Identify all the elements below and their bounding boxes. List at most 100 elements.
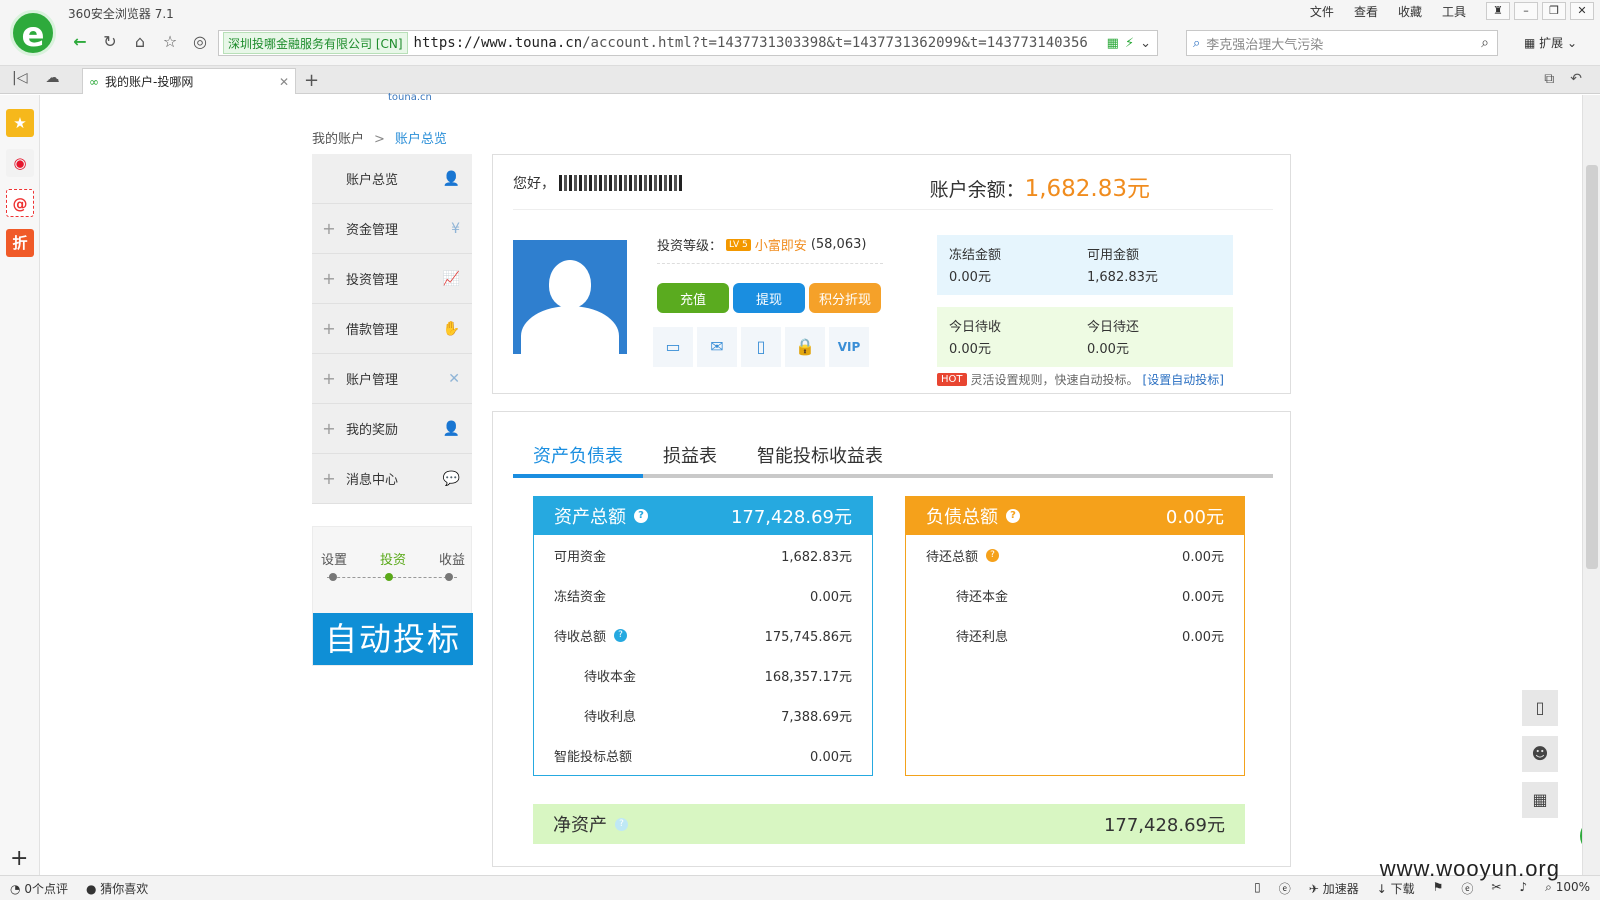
set-auto-invest-link[interactable]: [设置自动投标] bbox=[1143, 371, 1224, 388]
menu-favorites[interactable]: 收藏 bbox=[1398, 3, 1422, 20]
security-icon[interactable]: ◎ bbox=[188, 30, 212, 54]
net-assets-label: 净资产 bbox=[553, 815, 607, 836]
menu-rewards[interactable]: + 我的奖励 👤 bbox=[312, 404, 472, 454]
level-points: (58,063) bbox=[810, 237, 867, 252]
menu-label: 账户总览 bbox=[346, 173, 399, 188]
scroll-thumb[interactable] bbox=[1586, 165, 1598, 569]
undo-close-icon[interactable]: ↶ bbox=[1570, 71, 1582, 87]
accelerator-status[interactable]: ✈ 加速器 bbox=[1309, 880, 1359, 897]
address-url[interactable]: https://www.touna.cn/account.html?t=1437… bbox=[414, 35, 1101, 51]
volume-icon[interactable]: ♪ bbox=[1519, 880, 1527, 897]
back-icon[interactable]: ← bbox=[68, 30, 92, 54]
browser-menu: 文件 查看 收藏 工具 帮助 bbox=[1310, 3, 1510, 20]
menu-account-settings[interactable]: + 账户管理 ✕ bbox=[312, 354, 472, 404]
level-name[interactable]: 小富即安 bbox=[755, 235, 807, 254]
search-box[interactable]: ⌕ ⌕ bbox=[1186, 30, 1498, 56]
zoom-status[interactable]: ⌕ 100% bbox=[1545, 880, 1590, 897]
flag-icon[interactable]: ⚑ bbox=[1433, 880, 1444, 897]
close-tab-icon[interactable]: ✕ bbox=[279, 75, 289, 89]
step-dot bbox=[329, 573, 337, 581]
page-scrollbar[interactable] bbox=[1582, 95, 1600, 875]
favorites-star-icon[interactable]: ★ bbox=[6, 109, 34, 137]
new-tab-icon[interactable]: + bbox=[304, 70, 319, 91]
star-icon[interactable]: ☆ bbox=[158, 30, 182, 54]
cloud-icon[interactable]: ☁ bbox=[45, 70, 59, 86]
mobile-app-icon[interactable]: ▯ bbox=[1522, 690, 1558, 726]
masked-username bbox=[559, 175, 683, 191]
maximize-icon[interactable]: ❐ bbox=[1542, 2, 1566, 20]
restore-tab-icon[interactable]: ⧉ bbox=[1544, 71, 1554, 87]
expand-icon: + bbox=[322, 319, 336, 338]
row-value: 0.00元 bbox=[1182, 549, 1224, 565]
screenshot-icon[interactable]: ✂ bbox=[1491, 880, 1501, 897]
vip-icon[interactable]: VIP bbox=[829, 327, 869, 367]
net-assets-bar: 净资产 ? 177,428.69元 bbox=[533, 804, 1245, 844]
menu-account-overview[interactable]: 账户总览 👤 bbox=[312, 154, 472, 204]
auto-invest-banner[interactable]: 自动投标 bbox=[313, 613, 473, 665]
menu-messages[interactable]: + 消息中心 💬 bbox=[312, 454, 472, 504]
phone-status-icon[interactable]: ▯ bbox=[1254, 880, 1261, 897]
points-cashout-button[interactable]: 积分折现 bbox=[809, 283, 881, 313]
tab-income-statement[interactable]: 损益表 bbox=[643, 442, 737, 474]
ie-icon[interactable]: ⓔ bbox=[1279, 880, 1291, 897]
menu-loan[interactable]: + 借款管理 ✋ bbox=[312, 304, 472, 354]
browser-mode-icon[interactable]: ⓔ bbox=[1461, 880, 1473, 897]
search-input[interactable] bbox=[1206, 35, 1473, 51]
search-engine-icon[interactable]: ⌕ bbox=[1193, 36, 1200, 51]
home-icon[interactable]: ⌂ bbox=[128, 30, 152, 54]
chat-icon: 💬 bbox=[442, 470, 460, 487]
skin-icon[interactable]: ♜ bbox=[1486, 2, 1510, 20]
recharge-button[interactable]: 充值 bbox=[657, 283, 729, 313]
phone-icon[interactable]: ▯ bbox=[741, 327, 781, 367]
lightning-icon[interactable]: ⚡ bbox=[1125, 36, 1134, 51]
certificate-badge[interactable]: 深圳投哪金融服务有限公司 [CN] bbox=[223, 32, 408, 54]
expand-icon: + bbox=[322, 469, 336, 488]
help-icon[interactable]: ? bbox=[614, 628, 628, 642]
add-sidebar-icon[interactable]: + bbox=[10, 846, 28, 871]
qq-service-icon[interactable]: ☻ bbox=[1522, 736, 1558, 772]
bank-card-icon[interactable]: ▭ bbox=[653, 327, 693, 367]
lock-icon[interactable]: 🔒 bbox=[785, 327, 825, 367]
menu-funds[interactable]: + 资金管理 ¥ bbox=[312, 204, 472, 254]
tab-balance-sheet[interactable]: 资产负债表 bbox=[513, 442, 643, 478]
mail-icon[interactable]: ✉ bbox=[697, 327, 737, 367]
row-label: 智能投标总额 bbox=[554, 749, 633, 765]
comments-status[interactable]: ◔ 0个点评 bbox=[10, 880, 68, 897]
help-icon[interactable]: ? bbox=[634, 509, 648, 523]
mail-at-icon[interactable]: @ bbox=[6, 189, 34, 217]
help-icon[interactable]: ? bbox=[986, 548, 1000, 562]
table-row: 待还总额 ? 0.00元 bbox=[906, 535, 1244, 575]
help-icon[interactable]: ? bbox=[1006, 509, 1020, 523]
chevron-down-icon[interactable]: ⌄ bbox=[1140, 36, 1151, 51]
collapse-sidebar-icon[interactable]: |◁ bbox=[12, 70, 27, 86]
guess-status[interactable]: ● 猜你喜欢 bbox=[86, 880, 148, 897]
qr-icon[interactable]: ▦ bbox=[1107, 36, 1119, 51]
menu-file[interactable]: 文件 bbox=[1310, 3, 1334, 20]
search-icon[interactable]: ⌕ bbox=[1473, 35, 1497, 51]
row-value: 0.00元 bbox=[1182, 629, 1224, 645]
refresh-icon[interactable]: ↻ bbox=[98, 30, 122, 54]
breadcrumb-current[interactable]: 账户总览 bbox=[395, 132, 447, 147]
status-right: ▯ ⓔ ✈ 加速器 ↓ 下载 ⚑ ⓔ ✂ ♪ ⌕ 100% bbox=[1254, 880, 1590, 897]
qr-code-icon[interactable]: ▦ bbox=[1522, 782, 1558, 818]
withdraw-button[interactable]: 提现 bbox=[733, 283, 805, 313]
row-label: 可用资金 bbox=[554, 549, 607, 565]
address-bar[interactable]: 深圳投哪金融服务有限公司 [CN] https://www.touna.cn/a… bbox=[218, 30, 1158, 56]
weibo-icon[interactable]: ◉ bbox=[6, 149, 34, 177]
frozen-value: 0.00元 bbox=[949, 270, 991, 285]
breadcrumb-root[interactable]: 我的账户 bbox=[312, 132, 364, 147]
help-icon[interactable]: ? bbox=[615, 817, 628, 831]
avatar-body bbox=[521, 306, 619, 354]
close-window-icon[interactable]: ✕ bbox=[1570, 2, 1594, 20]
menu-investment[interactable]: + 投资管理 📈 bbox=[312, 254, 472, 304]
extensions-button[interactable]: ▦ 扩展 ⌄ bbox=[1524, 34, 1577, 51]
discount-icon[interactable]: 折 bbox=[6, 229, 34, 257]
minimize-icon[interactable]: – bbox=[1514, 2, 1538, 20]
tab-smart-invest-returns[interactable]: 智能投标收益表 bbox=[737, 442, 903, 474]
avatar[interactable] bbox=[513, 240, 627, 354]
tab-my-account[interactable]: ∞ 我的账户-投哪网 ✕ bbox=[82, 68, 296, 94]
menu-view[interactable]: 查看 bbox=[1354, 3, 1378, 20]
rocket-icon: ✈ bbox=[1308, 882, 1319, 896]
download-status[interactable]: ↓ 下载 bbox=[1377, 880, 1415, 897]
menu-tools[interactable]: 工具 bbox=[1442, 3, 1466, 20]
